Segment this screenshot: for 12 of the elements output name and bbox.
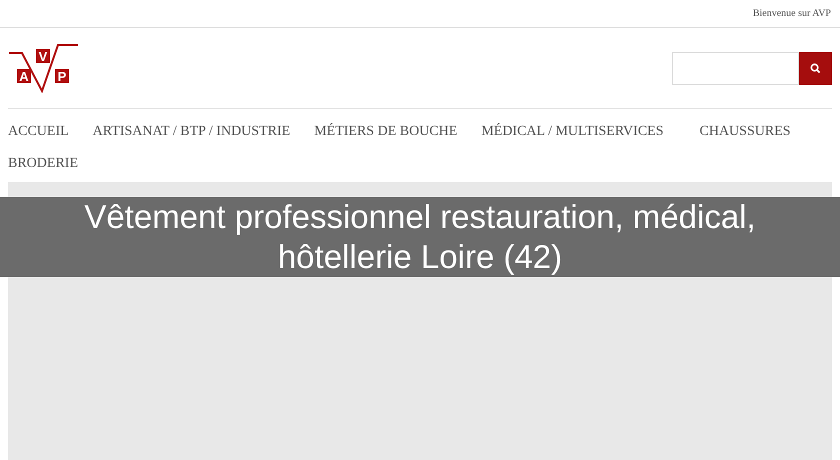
- search-button[interactable]: [799, 52, 832, 84]
- nav-link[interactable]: BRODERIE: [8, 147, 78, 179]
- search-field[interactable]: [672, 52, 799, 84]
- nav-link[interactable]: CHAUSSURES: [700, 115, 791, 147]
- logo[interactable]: A V P: [8, 43, 80, 93]
- nav-link[interactable]: MÉDICAL / MULTISERVICES: [481, 115, 664, 147]
- nav-link[interactable]: MÉTIERS DE BOUCHE: [314, 115, 458, 147]
- search-icon: [810, 62, 821, 74]
- nav-link[interactable]: ARTISANAT / BTP / INDUSTRIE: [92, 115, 290, 147]
- nav-link[interactable]: ACCUEIL: [8, 115, 69, 147]
- banner-title: Vêtement professionnel restauration, médical, hôtellerie Loire (42): [83, 197, 757, 277]
- welcome-text: Bienvenue sur AVP: [752, 7, 831, 21]
